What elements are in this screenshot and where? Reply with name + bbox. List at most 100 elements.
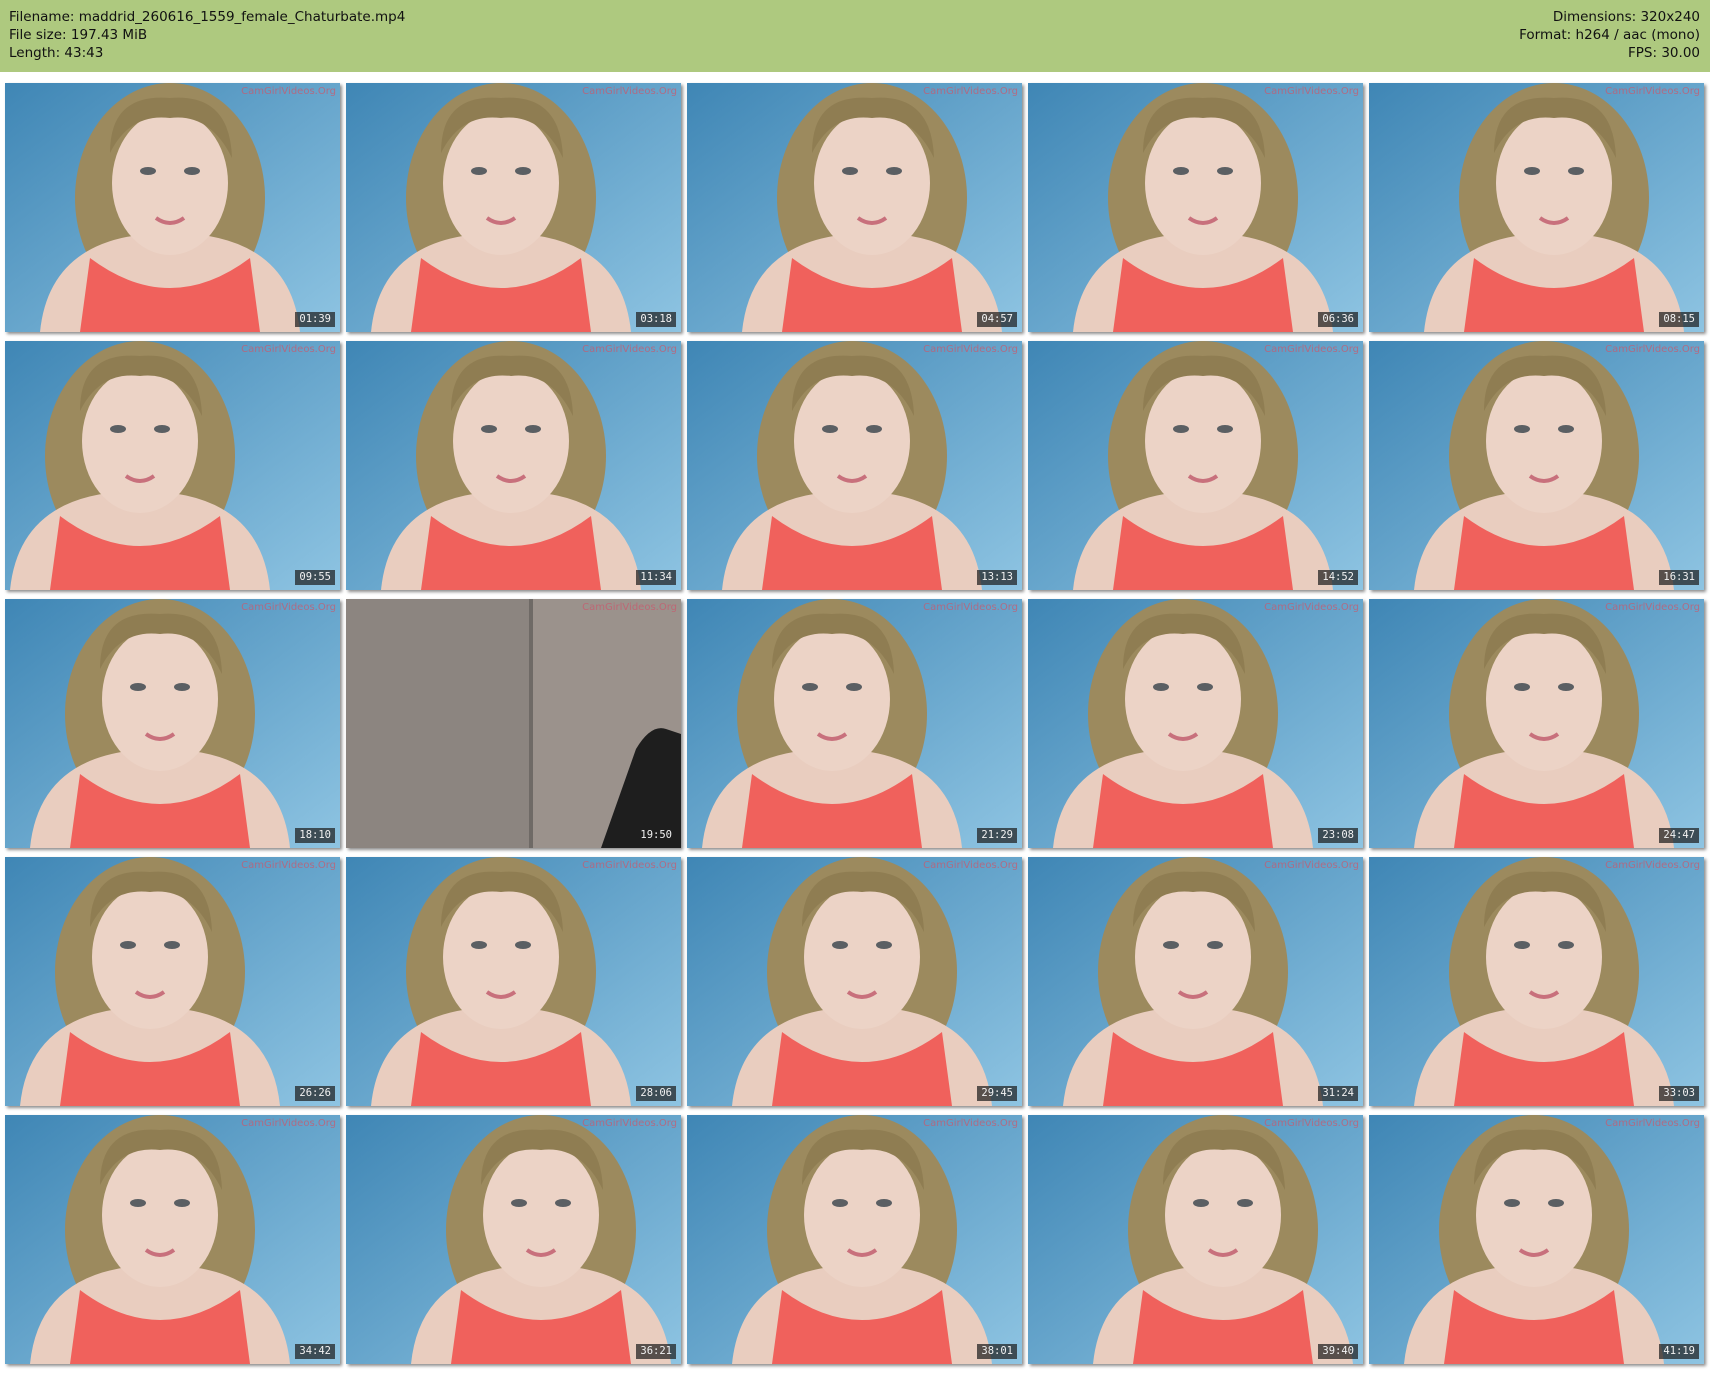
- frame-image: [1369, 1115, 1704, 1364]
- frame-image: [1028, 341, 1363, 590]
- video-thumbnail: CamGirlVideos.Org 18:10: [5, 599, 340, 848]
- watermark-text: CamGirlVideos.Org: [923, 1118, 1018, 1129]
- video-thumbnail: CamGirlVideos.Org 09:55: [5, 341, 340, 590]
- watermark-text: CamGirlVideos.Org: [241, 602, 336, 613]
- video-thumbnail: CamGirlVideos.Org 41:19: [1369, 1115, 1704, 1364]
- frame-image: [1369, 341, 1704, 590]
- frame-image: [5, 599, 340, 848]
- timestamp-label: 13:13: [977, 570, 1017, 585]
- video-thumbnail: CamGirlVideos.Org 31:24: [1028, 857, 1363, 1106]
- frame-image: [1028, 1115, 1363, 1364]
- frame-image: [346, 599, 681, 848]
- frame-image: [346, 341, 681, 590]
- filename-label: Filename:: [9, 9, 75, 25]
- timestamp-label: 36:21: [636, 1344, 676, 1359]
- dimensions-label: Dimensions:: [1552, 9, 1637, 25]
- watermark-text: CamGirlVideos.Org: [582, 860, 677, 871]
- fps-value: 30.00: [1661, 45, 1700, 61]
- watermark-text: CamGirlVideos.Org: [1264, 86, 1359, 97]
- length-line: Length: 43:43: [9, 44, 405, 62]
- watermark-text: CamGirlVideos.Org: [582, 1118, 677, 1129]
- timestamp-label: 19:50: [636, 828, 676, 843]
- timestamp-label: 16:31: [1659, 570, 1699, 585]
- watermark-text: CamGirlVideos.Org: [582, 344, 677, 355]
- video-thumbnail: CamGirlVideos.Org 26:26: [5, 857, 340, 1106]
- timestamp-label: 06:36: [1318, 312, 1358, 327]
- timestamp-label: 01:39: [295, 312, 335, 327]
- filesize-line: File size: 197.43 MiB: [9, 26, 405, 44]
- timestamp-label: 34:42: [295, 1344, 335, 1359]
- watermark-text: CamGirlVideos.Org: [1264, 860, 1359, 871]
- video-thumbnail: CamGirlVideos.Org 38:01: [687, 1115, 1022, 1364]
- dimensions-value: 320x240: [1640, 9, 1700, 25]
- video-thumbnail: CamGirlVideos.Org 01:39: [5, 83, 340, 332]
- frame-image: [346, 83, 681, 332]
- timestamp-label: 33:03: [1659, 1086, 1699, 1101]
- video-thumbnail: CamGirlVideos.Org 13:13: [687, 341, 1022, 590]
- video-thumbnail: CamGirlVideos.Org 39:40: [1028, 1115, 1363, 1364]
- frame-image: [687, 857, 1022, 1106]
- video-thumbnail: CamGirlVideos.Org 36:21: [346, 1115, 681, 1364]
- timestamp-label: 08:15: [1659, 312, 1699, 327]
- frame-image: [687, 341, 1022, 590]
- watermark-text: CamGirlVideos.Org: [582, 602, 677, 613]
- frame-image: [5, 341, 340, 590]
- watermark-text: CamGirlVideos.Org: [241, 1118, 336, 1129]
- watermark-text: CamGirlVideos.Org: [241, 86, 336, 97]
- video-thumbnail: CamGirlVideos.Org 21:29: [687, 599, 1022, 848]
- frame-image: [1369, 599, 1704, 848]
- timestamp-label: 21:29: [977, 828, 1017, 843]
- timestamp-label: 09:55: [295, 570, 335, 585]
- timestamp-label: 28:06: [636, 1086, 676, 1101]
- timestamp-label: 18:10: [295, 828, 335, 843]
- format-value: h264 / aac (mono): [1575, 27, 1700, 43]
- dimensions-line: Dimensions: 320x240: [1519, 8, 1700, 26]
- timestamp-label: 23:08: [1318, 828, 1358, 843]
- video-thumbnail: CamGirlVideos.Org 06:36: [1028, 83, 1363, 332]
- timestamp-label: 39:40: [1318, 1344, 1358, 1359]
- video-thumbnail: CamGirlVideos.Org 04:57: [687, 83, 1022, 332]
- frame-image: [687, 599, 1022, 848]
- timestamp-label: 26:26: [295, 1086, 335, 1101]
- video-thumbnail: CamGirlVideos.Org 16:31: [1369, 341, 1704, 590]
- video-thumbnail: CamGirlVideos.Org 34:42: [5, 1115, 340, 1364]
- file-info-right: Dimensions: 320x240 Format: h264 / aac (…: [1519, 8, 1700, 62]
- filesize-label: File size:: [9, 27, 67, 43]
- video-thumbnail: CamGirlVideos.Org 14:52: [1028, 341, 1363, 590]
- watermark-text: CamGirlVideos.Org: [1264, 1118, 1359, 1129]
- timestamp-label: 11:34: [636, 570, 676, 585]
- length-label: Length:: [9, 45, 61, 61]
- watermark-text: CamGirlVideos.Org: [923, 86, 1018, 97]
- video-thumbnail: CamGirlVideos.Org 08:15: [1369, 83, 1704, 332]
- fps-label: FPS:: [1628, 45, 1658, 61]
- video-thumbnail: CamGirlVideos.Org 23:08: [1028, 599, 1363, 848]
- frame-image: [5, 83, 340, 332]
- video-thumbnail: CamGirlVideos.Org 19:50: [346, 599, 681, 848]
- watermark-text: CamGirlVideos.Org: [582, 86, 677, 97]
- frame-image: [1369, 857, 1704, 1106]
- video-thumbnail: CamGirlVideos.Org 29:45: [687, 857, 1022, 1106]
- format-line: Format: h264 / aac (mono): [1519, 26, 1700, 44]
- frame-image: [687, 1115, 1022, 1364]
- video-thumbnail: CamGirlVideos.Org 11:34: [346, 341, 681, 590]
- frame-image: [687, 83, 1022, 332]
- fps-line: FPS: 30.00: [1519, 44, 1700, 62]
- timestamp-label: 04:57: [977, 312, 1017, 327]
- watermark-text: CamGirlVideos.Org: [241, 344, 336, 355]
- watermark-text: CamGirlVideos.Org: [1264, 602, 1359, 613]
- frame-image: [346, 1115, 681, 1364]
- frame-image: [1369, 83, 1704, 332]
- frame-image: [5, 857, 340, 1106]
- format-label: Format:: [1519, 27, 1572, 43]
- frame-image: [346, 857, 681, 1106]
- watermark-text: CamGirlVideos.Org: [1605, 86, 1700, 97]
- watermark-text: CamGirlVideos.Org: [923, 344, 1018, 355]
- watermark-text: CamGirlVideos.Org: [1605, 344, 1700, 355]
- frame-image: [5, 1115, 340, 1364]
- video-thumbnail: CamGirlVideos.Org 28:06: [346, 857, 681, 1106]
- watermark-text: CamGirlVideos.Org: [1605, 860, 1700, 871]
- file-info-left: Filename: maddrid_260616_1559_female_Cha…: [9, 8, 405, 62]
- timestamp-label: 41:19: [1659, 1344, 1699, 1359]
- watermark-text: CamGirlVideos.Org: [1264, 344, 1359, 355]
- watermark-text: CamGirlVideos.Org: [1605, 1118, 1700, 1129]
